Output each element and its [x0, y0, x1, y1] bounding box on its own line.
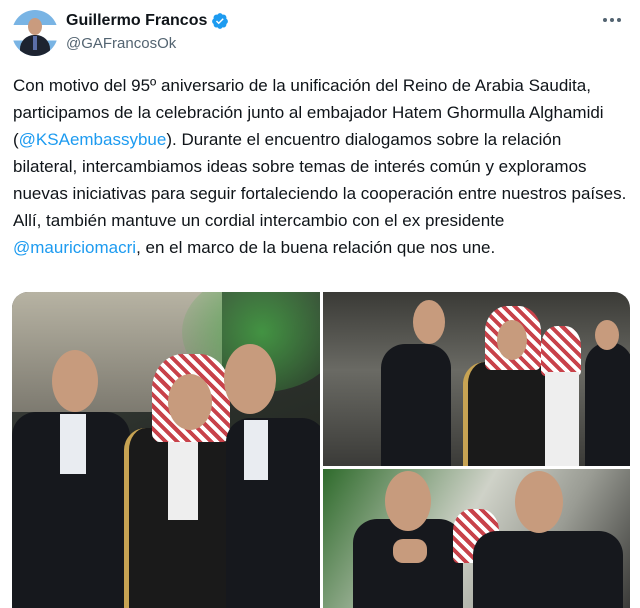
person-suit [381, 344, 451, 466]
person-head [168, 374, 212, 430]
person-bisht [463, 362, 553, 466]
mention-link-ksaembassy[interactable]: @KSAembassybue [19, 130, 167, 149]
person-thobe [545, 372, 579, 466]
more-options-icon[interactable] [598, 10, 626, 30]
person-head [497, 320, 527, 360]
dot-icon [610, 18, 614, 22]
person-suit [226, 418, 320, 608]
author-handle[interactable]: @GAFrancosOk [66, 35, 176, 52]
photo-2[interactable] [323, 292, 630, 466]
media-grid [12, 292, 630, 608]
person-thobe [168, 430, 198, 520]
dot-icon [603, 18, 607, 22]
mention-link-mauriciomacri[interactable]: @mauriciomacri [13, 238, 136, 257]
avatar-face [28, 18, 42, 35]
author-avatar[interactable] [12, 10, 58, 56]
person-head [413, 300, 445, 344]
dot-icon [617, 18, 621, 22]
person-hand [393, 539, 427, 563]
person-suit [585, 342, 630, 466]
tweet-text-part-3: , en el marco de la buena relación que n… [136, 238, 496, 257]
avatar-tie [33, 36, 37, 50]
person-ghutra [541, 326, 581, 376]
person-head [515, 471, 563, 533]
person-suit [353, 519, 463, 608]
person-shirt [60, 414, 86, 474]
person-head [595, 320, 619, 350]
author-display-name[interactable]: Guillermo Francos [66, 12, 207, 30]
photo-1[interactable] [12, 292, 320, 608]
person-head [52, 350, 98, 412]
person-head [224, 344, 276, 414]
person-shirt [244, 420, 268, 480]
person-suit [473, 531, 623, 608]
person-head [385, 471, 431, 531]
verified-badge-icon [212, 13, 229, 29]
tweet-text: Con motivo del 95º aniversario de la uni… [13, 72, 627, 261]
photo-3[interactable] [323, 469, 630, 608]
author-name-row[interactable]: Guillermo Francos [66, 12, 229, 30]
